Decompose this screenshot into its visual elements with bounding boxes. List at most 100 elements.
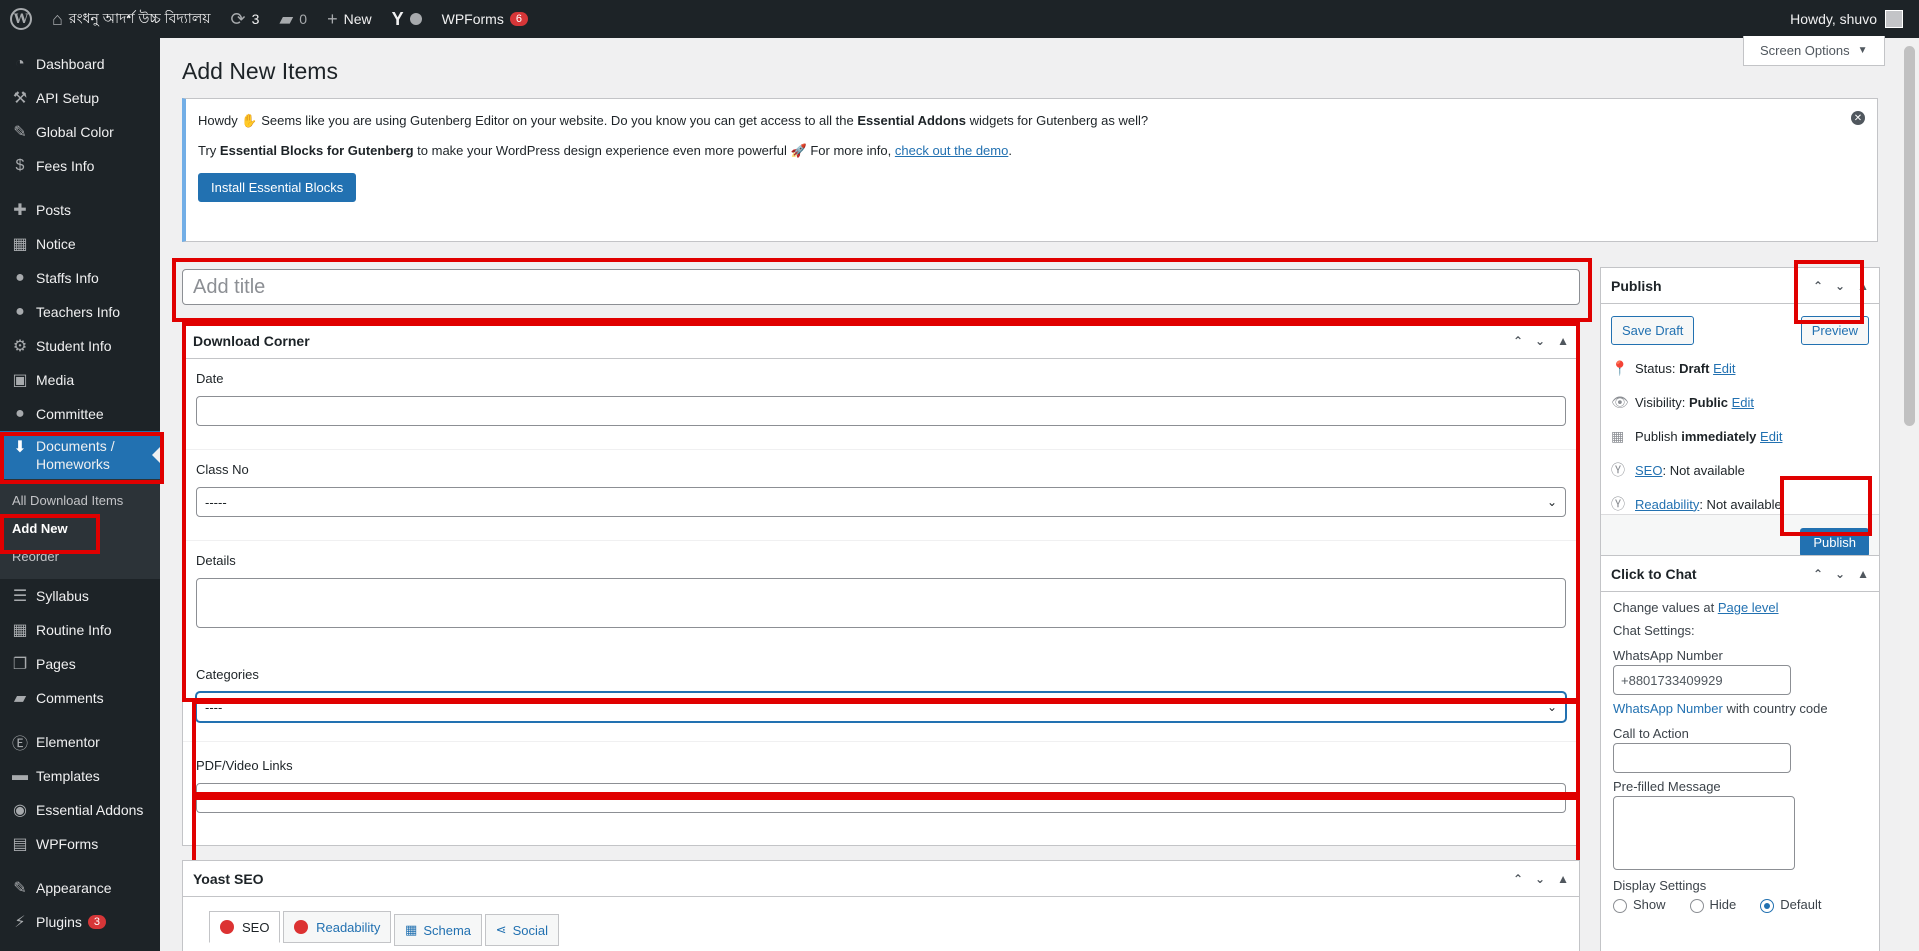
toggle-triangle-icon[interactable]: ▲ [1557, 334, 1569, 348]
new-label: New [343, 11, 372, 27]
grid-icon: ▦ [405, 922, 418, 937]
tab-social[interactable]: ⋖ Social [484, 914, 559, 946]
box-title: Click to Chat [1611, 565, 1697, 582]
display-show-option[interactable]: Show [1613, 897, 1666, 913]
edit-status-link[interactable]: Edit [1713, 361, 1735, 376]
sidebar-item-dashboard[interactable]: ◔ Dashboard [0, 47, 160, 81]
chevron-down-icon[interactable]: ⌄ [1535, 872, 1545, 886]
yoast-seo-box: Yoast SEO ⌃ ⌄ ▲ SEO Readability ▦ Schema … [182, 860, 1580, 951]
chevron-down-icon[interactable]: ⌄ [1835, 279, 1845, 293]
sidebar-item-syllabus[interactable]: ☰ Syllabus [0, 579, 160, 613]
sidebar-item-student-info[interactable]: ⚙ Student Info [0, 329, 160, 363]
seo-link[interactable]: SEO [1635, 463, 1662, 478]
whatsapp-hint-link[interactable]: WhatsApp Number [1613, 701, 1723, 716]
sidebar-item-committee[interactable]: ● Committee [0, 397, 160, 431]
sidebar-item-appearance[interactable]: ✎ Appearance [0, 871, 160, 905]
chevron-down-icon: ⌄ [1546, 495, 1557, 509]
yoast-tabs: SEO Readability ▦ Schema ⋖ Social [183, 897, 1579, 946]
chevron-down-icon[interactable]: ⌄ [1835, 567, 1845, 581]
edit-schedule-link[interactable]: Edit [1760, 429, 1782, 444]
sidebar-item-label: Notice [36, 236, 76, 252]
class-select[interactable]: ----- ⌄ [196, 487, 1566, 517]
scrollbar-thumb[interactable] [1904, 46, 1915, 426]
chevron-up-icon[interactable]: ⌃ [1513, 872, 1523, 886]
submenu-all-download-items[interactable]: All Download Items [0, 487, 160, 515]
sidebar-item-label: Staffs Info [36, 270, 99, 286]
tab-schema[interactable]: ▦ Schema [394, 914, 483, 946]
display-hide-option[interactable]: Hide [1689, 897, 1736, 913]
status-dot-icon [409, 13, 422, 25]
toggle-triangle-icon[interactable]: ▲ [1857, 567, 1869, 581]
sidebar-item-staffs-info[interactable]: ● Staffs Info [0, 261, 160, 295]
sidebar-item-posts[interactable]: ✚ Posts [0, 193, 160, 227]
preview-button[interactable]: Preview [1800, 316, 1869, 345]
edit-visibility-link[interactable]: Edit [1732, 395, 1754, 410]
sidebar-item-media[interactable]: ▣ Media [0, 363, 160, 397]
post-title-input[interactable] [182, 269, 1580, 305]
sidebar-item-essential-addons[interactable]: ◉ Essential Addons [0, 793, 160, 827]
chevron-up-icon[interactable]: ⌃ [1813, 279, 1823, 293]
prefilled-textarea[interactable] [1613, 796, 1795, 870]
wpforms-menu[interactable]: WPForms 6 [432, 0, 538, 38]
whatsapp-number-input[interactable]: +8801733409929 [1613, 665, 1791, 695]
sidebar-item-fees-info[interactable]: $ Fees Info [0, 149, 160, 183]
avatar [1885, 10, 1903, 28]
yoast-seo-header: Yoast SEO ⌃ ⌄ ▲ [183, 861, 1579, 897]
updates-link[interactable]: ⟳ 3 [221, 0, 270, 38]
page-level-link[interactable]: Page level [1718, 600, 1779, 615]
categories-select[interactable]: ---- ⌄ [196, 692, 1566, 722]
readability-link[interactable]: Readability [1635, 497, 1699, 512]
site-name-link[interactable]: ⌂ রংধনু আদর্শ উচ্চ বিদ্যালয় [42, 0, 221, 38]
save-draft-button[interactable]: Save Draft [1611, 316, 1695, 345]
sidebar-item-label: Documents / Homeworks [36, 437, 115, 473]
links-input[interactable] [196, 783, 1566, 813]
sidebar-item-elementor[interactable]: Ⓔ Elementor [0, 725, 160, 759]
site-name: রংধনু আদর্শ উচ্চ বিদ্যালয় [68, 10, 211, 26]
chevron-up-icon[interactable]: ⌃ [1513, 334, 1523, 348]
share-icon: ⋖ [495, 922, 507, 937]
install-essential-blocks-button[interactable]: Install Essential Blocks [198, 173, 357, 202]
my-account-menu[interactable]: Howdy, shuvo [1780, 0, 1919, 38]
sidebar-item-pages[interactable]: ❐ Pages [0, 647, 160, 681]
sidebar-item-templates[interactable]: ▬ Templates [0, 759, 160, 793]
submenu-add-new[interactable]: Add New [0, 515, 160, 543]
download-corner-box: Download Corner ⌃ ⌄ ▲ Date Class No ----… [182, 322, 1580, 846]
new-content-link[interactable]: + New [317, 0, 382, 38]
brush-icon: ✎ [13, 880, 27, 897]
sidebar-item-documents-homeworks[interactable]: ⬇ Documents / Homeworks [0, 431, 160, 479]
chat-settings-label: Chat Settings: [1613, 623, 1695, 638]
tab-seo[interactable]: SEO [209, 911, 281, 943]
publish-button[interactable]: Publish [1800, 528, 1869, 557]
comments-link[interactable]: ▰ 0 [269, 0, 317, 38]
sidebar-item-routine-info[interactable]: ▦ Routine Info [0, 613, 160, 647]
sidebar-item-api-setup[interactable]: ⚒ API Setup [0, 81, 160, 115]
sidebar-item-wpforms[interactable]: ▤ WPForms [0, 827, 160, 861]
wp-logo-menu[interactable]: W [0, 0, 42, 38]
sidebar-item-comments[interactable]: ▰ Comments [0, 681, 160, 715]
tab-readability[interactable]: Readability [283, 911, 392, 943]
status-value: Draft [1679, 360, 1710, 376]
sidebar-item-teachers-info[interactable]: ● Teachers Info [0, 295, 160, 329]
toggle-triangle-icon[interactable]: ▲ [1857, 279, 1869, 293]
date-input[interactable] [196, 396, 1566, 426]
box-handles: ⌃ ⌄ ▲ [1513, 872, 1569, 886]
submenu-reorder[interactable]: Reorder [0, 543, 160, 571]
sidebar-item-global-color[interactable]: ✎ Global Color [0, 115, 160, 149]
chevron-up-icon[interactable]: ⌃ [1813, 567, 1823, 581]
box-title: Download Corner [193, 332, 310, 349]
check-demo-link[interactable]: check out the demo [895, 143, 1008, 158]
yoast-menu[interactable]: Y [382, 0, 432, 38]
categories-field-block: Categories ---- ⌄ [183, 651, 1579, 742]
details-textarea[interactable] [196, 578, 1566, 628]
chevron-down-icon[interactable]: ⌄ [1535, 334, 1545, 348]
notice-text: widgets for Gutenberg as well? [969, 113, 1149, 128]
close-icon[interactable]: ✕ [1851, 111, 1865, 125]
screen-options-button[interactable]: Screen Options ▼ [1743, 36, 1885, 66]
sidebar-item-plugins[interactable]: ⚡ Plugins 3 [0, 905, 160, 939]
cta-input[interactable] [1613, 743, 1791, 773]
toggle-triangle-icon[interactable]: ▲ [1557, 872, 1569, 886]
sidebar-item-label: Dashboard [36, 56, 105, 72]
sidebar-item-notice[interactable]: ▦ Notice [0, 227, 160, 261]
page-scrollbar[interactable] [1900, 38, 1919, 951]
display-default-option[interactable]: Default [1760, 897, 1821, 913]
